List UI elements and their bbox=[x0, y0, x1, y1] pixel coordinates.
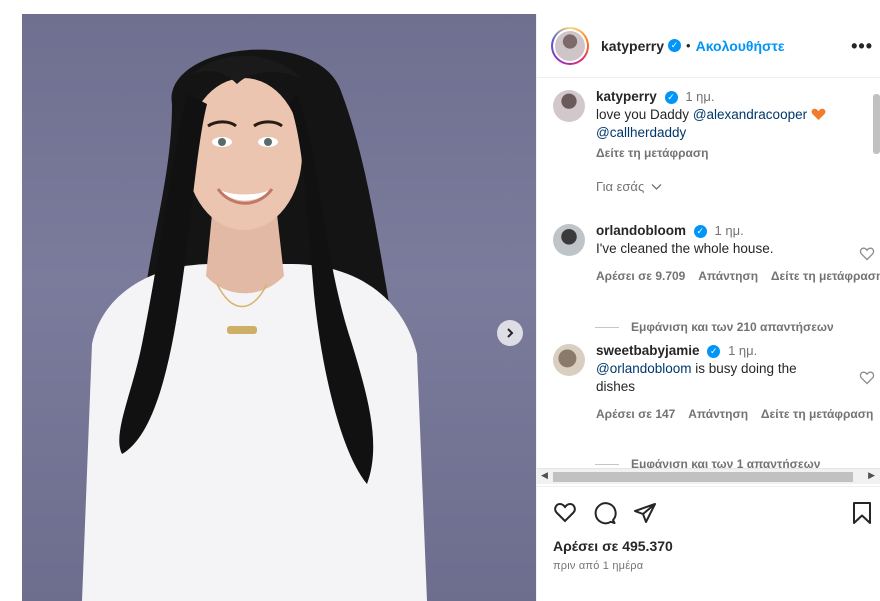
view-replies-button[interactable]: Εμφάνιση και των 210 απαντήσεων bbox=[595, 320, 834, 334]
caption-text: love you Daddy @alexandracooper @callher… bbox=[596, 106, 876, 142]
comment-time: 1 ημ. bbox=[714, 223, 744, 238]
author-avatar[interactable] bbox=[551, 26, 589, 65]
more-icon[interactable]: ••• bbox=[851, 36, 873, 57]
photo-illustration bbox=[82, 49, 427, 601]
next-arrow-icon bbox=[507, 328, 514, 338]
comment-time: 1 ημ. bbox=[728, 343, 758, 358]
post-date: πριν από 1 ημέρα bbox=[553, 560, 644, 572]
author-username[interactable]: katyperry bbox=[601, 38, 664, 54]
likes-count[interactable]: Αρέσει σε 495.370 bbox=[553, 538, 673, 554]
commenter-avatar[interactable] bbox=[553, 344, 585, 376]
comment-item: orlandobloom ✓ 1 ημ. I've cleaned the wh… bbox=[553, 222, 880, 285]
mention-callherdaddy[interactable]: @callherdaddy bbox=[596, 125, 686, 140]
vertical-scrollbar[interactable] bbox=[873, 94, 880, 154]
scroll-left-icon[interactable]: ◀ bbox=[541, 470, 548, 481]
verified-icon: ✓ bbox=[707, 344, 721, 358]
chevron-down-icon bbox=[651, 184, 662, 190]
comment-meta: Αρέσει σε 147 Απάντηση Δείτε τη μετάφρασ… bbox=[596, 405, 876, 423]
for-you-dropdown[interactable]: Για εσάς bbox=[596, 178, 876, 196]
caption-time: 1 ημ. bbox=[685, 89, 715, 104]
commenter-username[interactable]: sweetbabyjamie bbox=[596, 343, 700, 358]
post-actions: Αρέσει σε 495.370 πριν από 1 ημέρα bbox=[537, 486, 880, 601]
comment-item: sweetbabyjamie ✓ 1 ημ. @orlandobloom is … bbox=[553, 342, 876, 423]
scrollbar-thumb[interactable] bbox=[553, 472, 853, 482]
instagram-post-view: katyperry ✓ • Ακολουθήστε ••• katyperry … bbox=[0, 0, 880, 601]
reply-button[interactable]: Απάντηση bbox=[688, 407, 748, 421]
comment-text: I've cleaned the whole house. bbox=[596, 241, 774, 256]
share-icon[interactable] bbox=[633, 501, 657, 525]
heart-icon[interactable] bbox=[859, 246, 875, 261]
separator-dot: • bbox=[686, 38, 691, 53]
action-icons bbox=[553, 501, 657, 525]
mention-alexandracooper[interactable]: @alexandracooper bbox=[693, 107, 807, 122]
caption-avatar[interactable] bbox=[553, 90, 585, 122]
post-photo[interactable] bbox=[22, 14, 536, 601]
orange-heart-emoji-icon bbox=[811, 108, 826, 120]
horizontal-scrollbar[interactable]: ◀ ▶ bbox=[537, 468, 880, 484]
post-side-panel: katyperry ✓ • Ακολουθήστε ••• katyperry … bbox=[536, 14, 880, 601]
reply-button[interactable]: Απάντηση bbox=[698, 269, 758, 283]
caption-translate-link[interactable]: Δείτε τη μετάφραση bbox=[596, 144, 876, 162]
verified-icon: ✓ bbox=[693, 224, 707, 238]
post-header: katyperry ✓ • Ακολουθήστε ••• bbox=[537, 14, 880, 78]
heart-icon[interactable] bbox=[859, 370, 875, 385]
scroll-right-icon[interactable]: ▶ bbox=[868, 470, 875, 481]
mention-orlandobloom[interactable]: @orlandobloom bbox=[596, 361, 692, 376]
comment-likes[interactable]: Αρέσει σε 147 bbox=[596, 407, 675, 421]
follow-button[interactable]: Ακολουθήστε bbox=[696, 38, 785, 54]
next-photo-button[interactable] bbox=[497, 320, 523, 346]
commenter-username[interactable]: orlandobloom bbox=[596, 223, 686, 238]
comments-scroll-area[interactable]: katyperry ✓ 1 ημ. love you Daddy @alexan… bbox=[537, 78, 880, 486]
bookmark-icon[interactable] bbox=[851, 501, 873, 525]
caption-username[interactable]: katyperry bbox=[596, 89, 657, 104]
translate-link[interactable]: Δείτε τη μετάφραση bbox=[771, 269, 880, 283]
comment-meta: Αρέσει σε 9.709 Απάντηση Δείτε τη μετάφρ… bbox=[596, 267, 880, 285]
comment-icon[interactable] bbox=[593, 501, 617, 525]
heart-icon[interactable] bbox=[553, 501, 577, 523]
comment-text: @orlandobloom is busy doing the dishes bbox=[596, 361, 797, 394]
comment-likes[interactable]: Αρέσει σε 9.709 bbox=[596, 269, 685, 283]
translate-link[interactable]: Δείτε τη μετάφραση bbox=[761, 407, 873, 421]
verified-icon: ✓ bbox=[664, 90, 678, 104]
verified-icon: ✓ bbox=[668, 39, 682, 52]
commenter-avatar[interactable] bbox=[553, 224, 585, 256]
